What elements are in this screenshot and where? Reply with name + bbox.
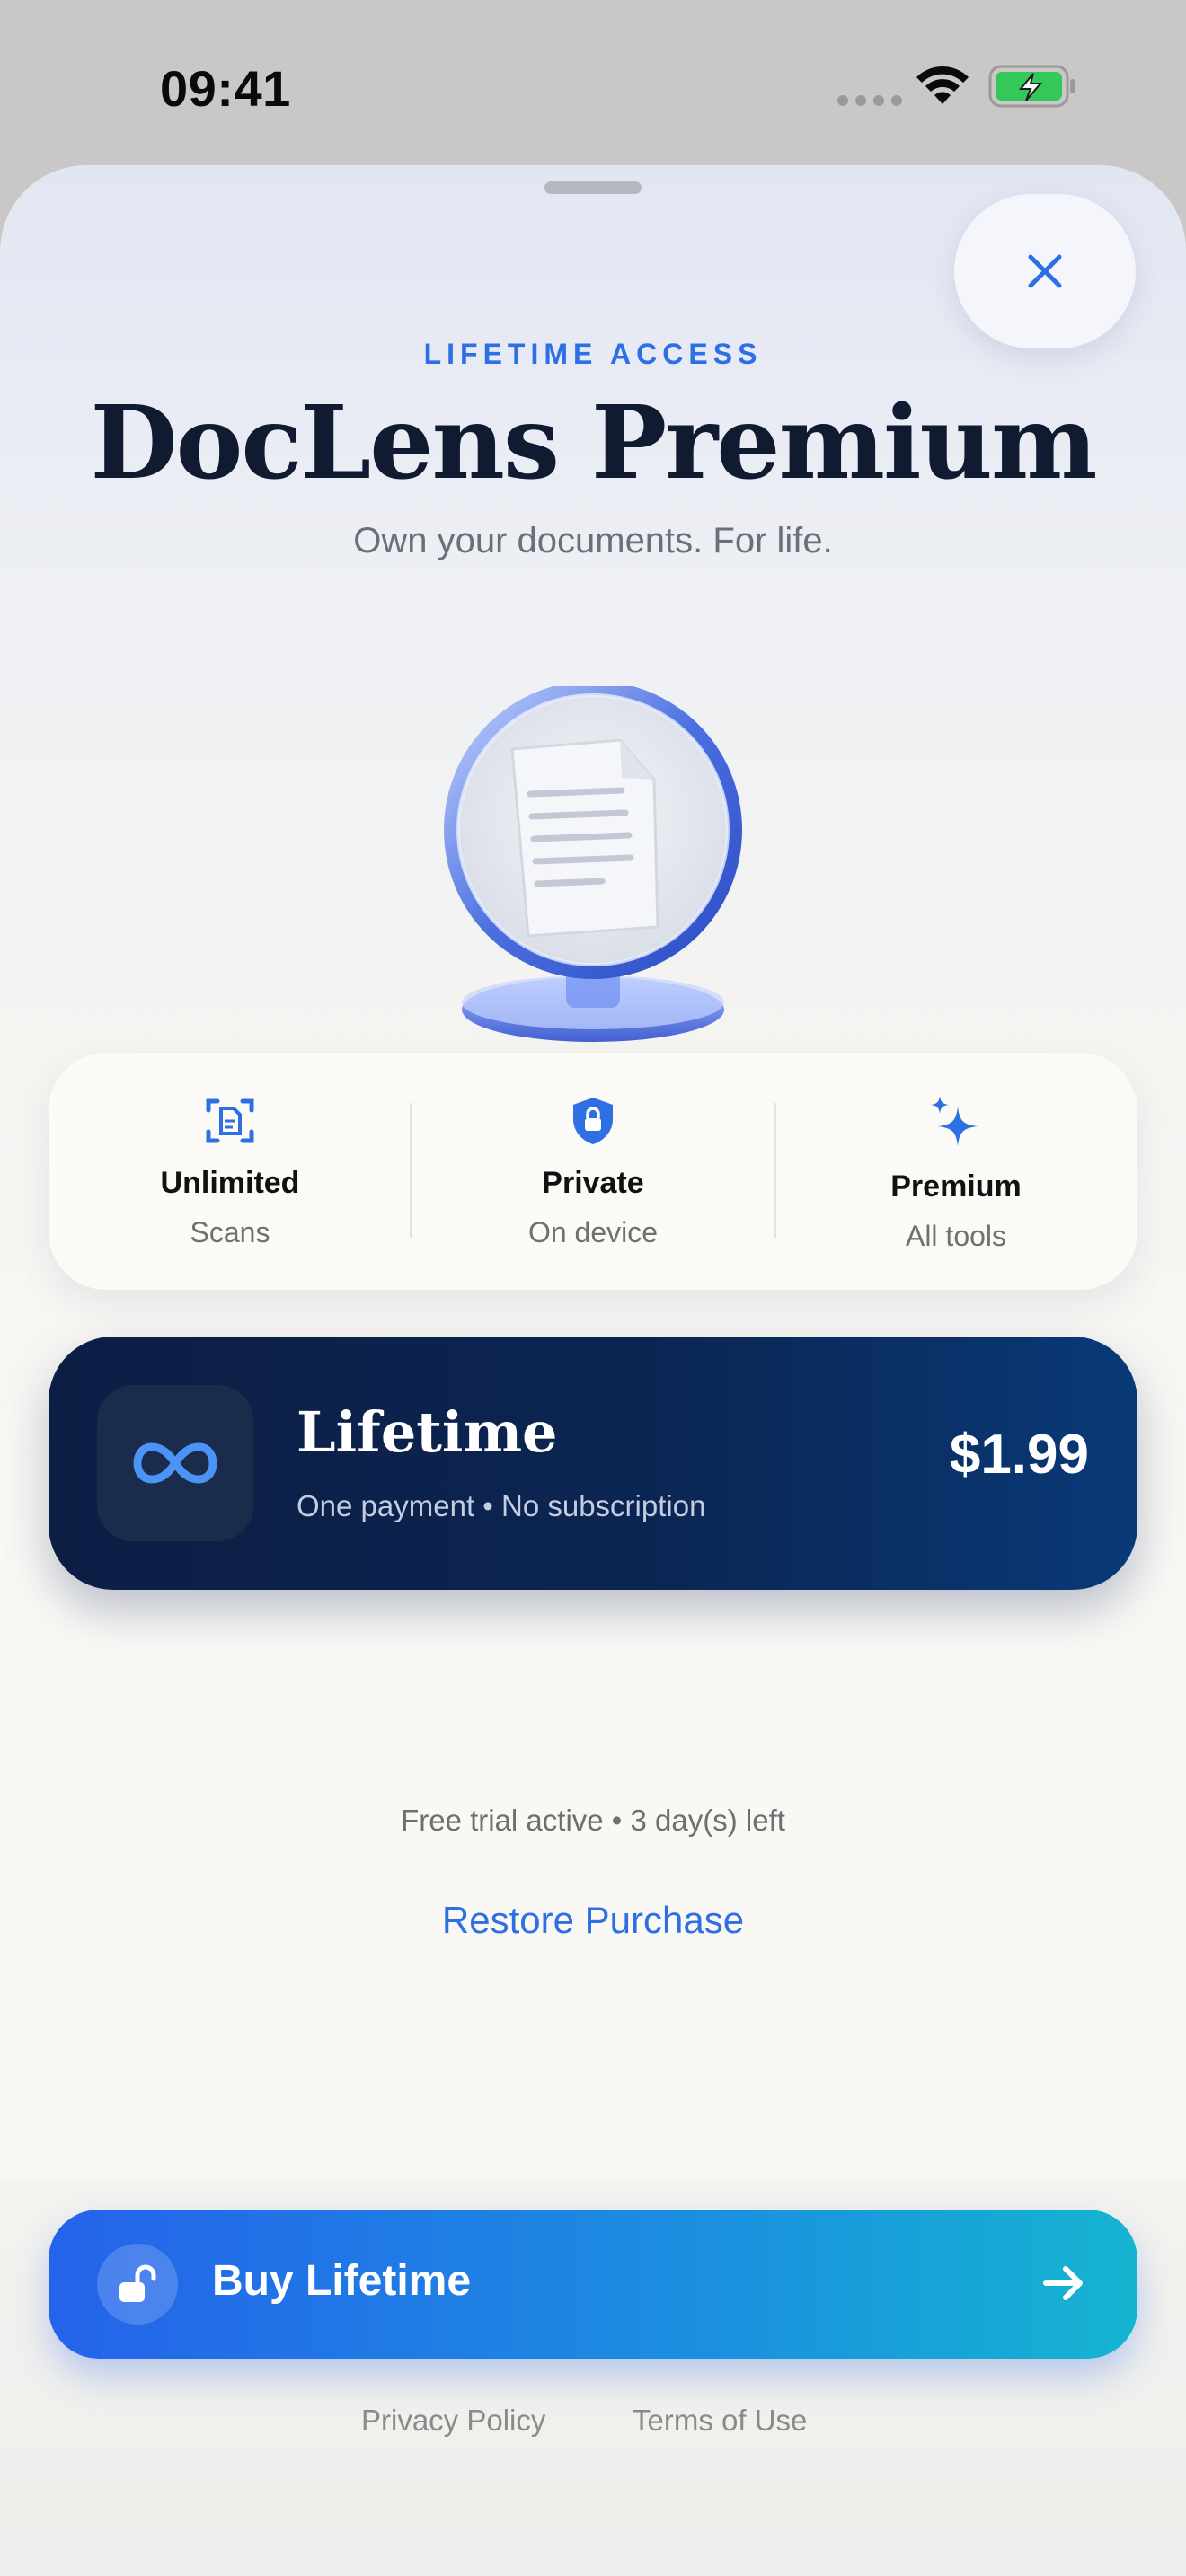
feature-subtitle: On device <box>527 1216 659 1248</box>
buy-lifetime-button[interactable]: Buy Lifetime <box>49 2210 1137 2359</box>
cellular-signal-icon <box>837 95 902 106</box>
close-button[interactable] <box>954 194 1136 348</box>
plan-icon-tile <box>97 1385 253 1541</box>
unlock-icon <box>119 2264 156 2302</box>
feature-premium: Premium All tools <box>774 1053 1137 1290</box>
feature-title: Premium <box>890 1169 1022 1204</box>
feature-title: Unlimited <box>160 1166 300 1200</box>
terms-of-use-link[interactable]: Terms of Use <box>633 2404 807 2438</box>
lifetime-plan-card[interactable]: Lifetime One payment • No subscription $… <box>49 1337 1137 1590</box>
feature-divider <box>410 1103 412 1238</box>
privacy-policy-link[interactable]: Privacy Policy <box>361 2404 545 2438</box>
feature-unlimited: Unlimited Scans <box>49 1053 412 1290</box>
buy-lifetime-label: Buy Lifetime <box>212 2257 472 2305</box>
arrow-right-icon <box>1043 2266 1083 2300</box>
shield-lock-icon <box>573 1098 613 1144</box>
paywall-sheet: LIFETIME ACCESS DocLens Premium Own your… <box>0 165 1186 2576</box>
page-subtitle: Own your documents. For life. <box>353 521 833 560</box>
feature-subtitle: Scans <box>190 1216 270 1248</box>
scan-document-icon <box>206 1098 254 1143</box>
close-icon <box>1028 254 1062 288</box>
status-time: 09:41 <box>160 60 291 117</box>
sparkles-icon <box>931 1096 978 1146</box>
feature-private: Private On device <box>412 1053 774 1290</box>
unlock-icon-badge <box>97 2244 178 2325</box>
eyebrow-label: LIFETIME ACCESS <box>423 338 763 370</box>
wifi-icon <box>916 66 969 104</box>
battery-charging-icon <box>988 65 1075 108</box>
feature-summary-card: Unlimited Scans Private On device Premiu… <box>49 1053 1137 1290</box>
infinity-icon <box>133 1442 217 1484</box>
plan-price: $1.99 <box>949 1424 1089 1486</box>
restore-purchase-link[interactable]: Restore Purchase <box>377 1899 809 1942</box>
plan-description: One payment • No subscription <box>296 1489 706 1522</box>
plan-name: Lifetime <box>296 1399 558 1465</box>
hero-document-trophy-image <box>444 686 742 1042</box>
feature-subtitle: All tools <box>905 1220 1007 1252</box>
trial-status: Free trial active • 3 day(s) left <box>401 1804 785 1837</box>
status-bar: 09:41 <box>0 0 1186 162</box>
page-title: DocLens Premium <box>90 384 1098 502</box>
feature-divider <box>774 1103 776 1238</box>
feature-title: Private <box>542 1166 644 1200</box>
sheet-grabber[interactable] <box>544 181 642 194</box>
